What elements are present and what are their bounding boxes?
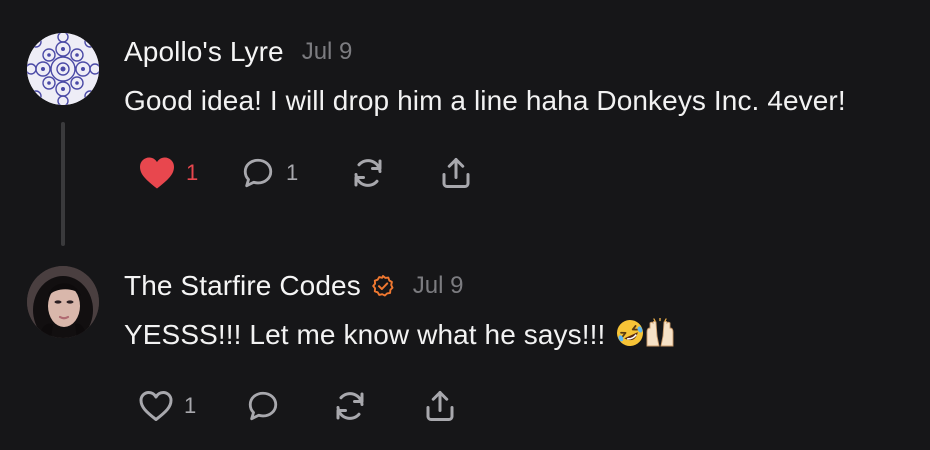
comment-actions: 1 <box>0 386 600 426</box>
share-button[interactable] <box>438 153 474 193</box>
share-button[interactable] <box>422 386 458 426</box>
reply-button[interactable]: 1 <box>240 153 298 193</box>
emoji-group <box>615 318 675 348</box>
verified-badge <box>371 274 395 298</box>
like-count: 1 <box>184 393 197 418</box>
comment-icon <box>248 391 278 421</box>
comment-header: Apollo's Lyre Jul 9 <box>124 36 352 68</box>
mandala-avatar-icon <box>27 33 99 105</box>
heart-icon <box>139 391 173 421</box>
share-icon <box>442 158 470 188</box>
comment-header: The Starfire Codes Jul 9 <box>124 270 464 302</box>
comment-text: YESSS!!! Let me know what he says!!! <box>124 319 606 350</box>
reply-button[interactable] <box>245 386 281 426</box>
like-count: 1 <box>186 160 199 185</box>
avatar-the-starfire-codes[interactable] <box>27 266 99 338</box>
rolling-laughing-emoji-icon <box>617 320 644 346</box>
author-name[interactable]: The Starfire Codes <box>124 270 361 302</box>
avatar-apollos-lyre[interactable] <box>27 33 99 105</box>
heart-icon <box>140 157 174 189</box>
comment-icon <box>243 158 273 188</box>
verified-badge-icon <box>372 275 394 297</box>
restack-button[interactable] <box>350 153 386 193</box>
reply-count: 1 <box>286 160 299 185</box>
comment-text-row: YESSS!!! Let me know what he says!!! <box>124 318 675 351</box>
comment-actions: 1 1 <box>0 153 600 193</box>
raised-hands-emoji-icon <box>646 318 674 347</box>
comment-text: Good idea! I will drop him a line haha D… <box>124 85 846 116</box>
like-button[interactable]: 1 <box>138 153 198 193</box>
like-button[interactable]: 1 <box>138 386 196 426</box>
comment-thread: Apollo's Lyre Jul 9 Good idea! I will dr… <box>0 0 930 450</box>
comment-date[interactable]: Jul 9 <box>413 272 464 300</box>
restack-button[interactable] <box>332 386 368 426</box>
share-icon <box>426 391 454 421</box>
author-name[interactable]: Apollo's Lyre <box>124 36 284 68</box>
restack-icon <box>336 392 364 420</box>
comment-date[interactable]: Jul 9 <box>302 38 353 66</box>
portrait-avatar-icon <box>27 266 99 338</box>
restack-icon <box>354 159 382 187</box>
